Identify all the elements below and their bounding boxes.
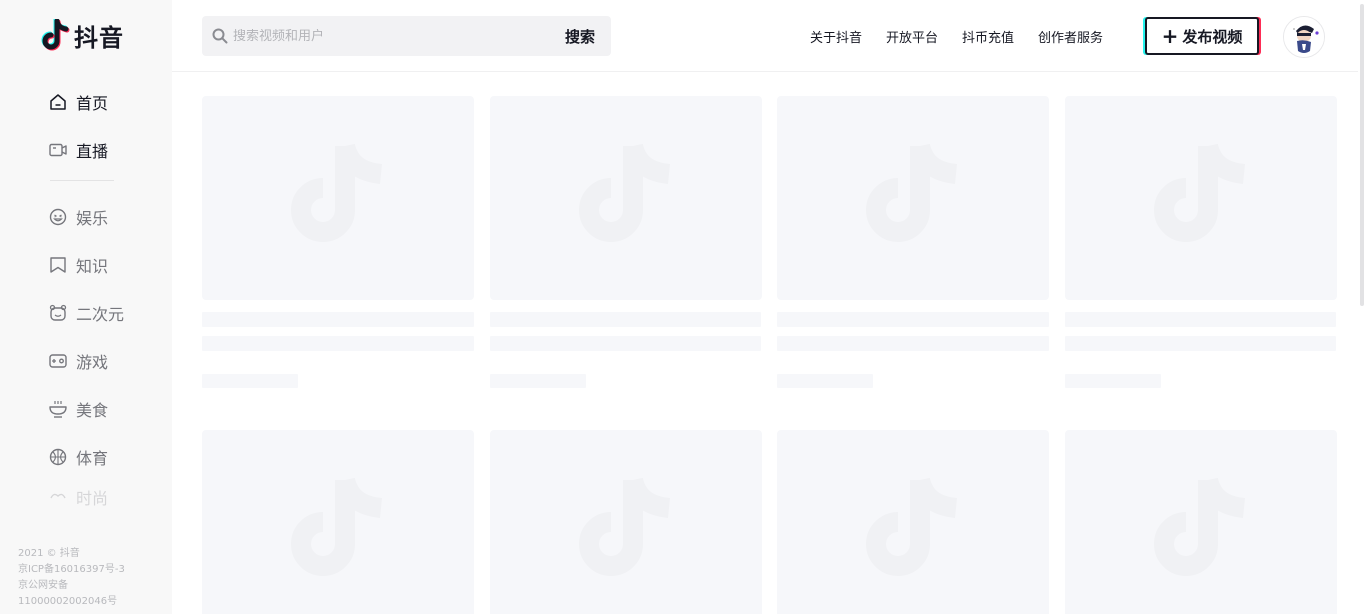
user-avatar[interactable] <box>1283 16 1325 58</box>
douyin-logo-icon <box>41 18 70 50</box>
fashion-icon <box>48 487 68 507</box>
video-card-skeleton[interactable] <box>490 96 762 300</box>
icp-license-link[interactable]: 京ICP备16016397号-3 <box>18 562 125 578</box>
sidebar-item-entertainment[interactable]: 娱乐 <box>48 199 168 235</box>
thumbnail-placeholder <box>1065 430 1337 614</box>
publish-video-button[interactable]: + 发布视频 <box>1145 17 1259 55</box>
bowl-icon <box>48 399 68 419</box>
title-line-skeleton <box>490 336 761 351</box>
video-card-skeleton[interactable] <box>202 430 474 614</box>
sidebar-item-label: 体育 <box>76 449 109 468</box>
thumbnail-placeholder <box>777 430 1049 614</box>
douyin-watermark-icon <box>866 477 958 576</box>
ball-icon <box>48 447 68 467</box>
sidebar-nav: 首页 直播 娱乐 知识 二次元 游戏 美食 体育 时尚 <box>48 84 168 519</box>
scrollbar-thumb[interactable] <box>1360 4 1364 306</box>
sidebar-item-label: 二次元 <box>76 305 125 324</box>
sidebar-item-fashion[interactable]: 时尚 <box>48 487 168 507</box>
avatar-image <box>1284 17 1324 57</box>
douyin-watermark-icon <box>866 143 958 242</box>
top-header: 搜索 关于抖音 开放平台 抖币充值 创作者服务 + 发布视频 <box>172 0 1366 72</box>
logo[interactable]: 抖音 <box>40 18 124 53</box>
creator-services-link[interactable]: 创作者服务 <box>1038 27 1103 46</box>
search-bar: 搜索 <box>202 16 611 56</box>
video-card-skeleton[interactable] <box>777 96 1049 300</box>
search-icon <box>212 28 228 44</box>
sidebar-item-anime[interactable]: 二次元 <box>48 295 168 331</box>
about-douyin-link[interactable]: 关于抖音 <box>810 27 862 46</box>
douyin-watermark-icon <box>291 143 383 242</box>
sidebar-item-label: 直播 <box>76 142 109 161</box>
title-line-skeleton <box>202 312 474 327</box>
thumbnail-placeholder <box>202 430 474 614</box>
thumbnail-placeholder <box>1065 96 1337 300</box>
video-card-skeleton[interactable] <box>490 430 762 614</box>
meta-line-skeleton <box>202 374 298 388</box>
home-icon <box>48 92 68 112</box>
sidebar-item-label: 美食 <box>76 401 109 420</box>
search-input[interactable] <box>233 28 553 44</box>
top-links: 关于抖音 开放平台 抖币充值 创作者服务 <box>810 27 1127 46</box>
brand-name: 抖音 <box>74 24 124 52</box>
title-line-skeleton <box>202 336 474 351</box>
search-button[interactable]: 搜索 <box>565 26 595 47</box>
douyin-watermark-icon <box>1154 477 1246 576</box>
sidebar-item-food[interactable]: 美食 <box>48 391 168 427</box>
thumbnail-placeholder <box>490 430 762 614</box>
open-platform-link[interactable]: 开放平台 <box>886 27 938 46</box>
douyin-watermark-icon <box>1154 143 1246 242</box>
bear-icon <box>48 303 68 323</box>
sidebar-item-label: 知识 <box>76 257 109 276</box>
title-line-skeleton <box>777 312 1049 327</box>
police-record-number[interactable]: 11000002002046号 <box>18 594 125 610</box>
copyright-text: 2021 © 抖音 <box>18 548 80 559</box>
video-card-skeleton[interactable] <box>202 96 474 300</box>
live-icon <box>48 140 68 160</box>
sidebar-item-label: 首页 <box>76 94 109 113</box>
thumbnail-placeholder <box>490 96 762 300</box>
sidebar-item-label: 时尚 <box>76 489 109 507</box>
thumbnail-placeholder <box>202 96 474 300</box>
gamepad-icon <box>48 351 68 371</box>
douyin-watermark-icon <box>579 143 671 242</box>
sidebar-item-home[interactable]: 首页 <box>48 84 168 120</box>
video-card-skeleton[interactable] <box>1065 96 1337 300</box>
sidebar: 抖音 首页 直播 娱乐 知识 二次元 游戏 美食 体育 时尚 2021 © 抖音… <box>0 0 172 614</box>
title-line-skeleton <box>490 312 761 327</box>
sidebar-item-live[interactable]: 直播 <box>48 132 168 168</box>
sidebar-item-knowledge[interactable]: 知识 <box>48 247 168 283</box>
nav-divider <box>50 180 114 181</box>
title-line-skeleton <box>1065 336 1336 351</box>
publish-video-label: 发布视频 <box>1182 27 1243 46</box>
sidebar-item-label: 游戏 <box>76 353 109 372</box>
thumbnail-placeholder <box>777 96 1049 300</box>
bookmark-icon <box>48 255 68 275</box>
meta-line-skeleton <box>490 374 586 388</box>
sidebar-item-label: 娱乐 <box>76 209 109 228</box>
video-card-skeleton[interactable] <box>1065 430 1337 614</box>
police-record-label[interactable]: 京公网安备 <box>18 578 125 594</box>
sidebar-footer: 2021 © 抖音 京ICP备16016397号-3 京公网安备 1100000… <box>18 546 125 610</box>
douyin-app: 抖音 首页 直播 娱乐 知识 二次元 游戏 美食 体育 时尚 2021 © 抖音… <box>0 0 1366 614</box>
plus-icon: + <box>1161 24 1179 48</box>
douyin-watermark-icon <box>291 477 383 576</box>
smile-icon <box>48 207 68 227</box>
video-card-skeleton[interactable] <box>777 430 1049 614</box>
sidebar-item-sports[interactable]: 体育 <box>48 439 168 475</box>
title-line-skeleton <box>1065 312 1336 327</box>
page-scrollbar[interactable] <box>1358 0 1366 614</box>
douyin-watermark-icon <box>579 477 671 576</box>
meta-line-skeleton <box>777 374 873 388</box>
coin-recharge-link[interactable]: 抖币充值 <box>962 27 1014 46</box>
meta-line-skeleton <box>1065 374 1161 388</box>
title-line-skeleton <box>777 336 1049 351</box>
sidebar-item-games[interactable]: 游戏 <box>48 343 168 379</box>
